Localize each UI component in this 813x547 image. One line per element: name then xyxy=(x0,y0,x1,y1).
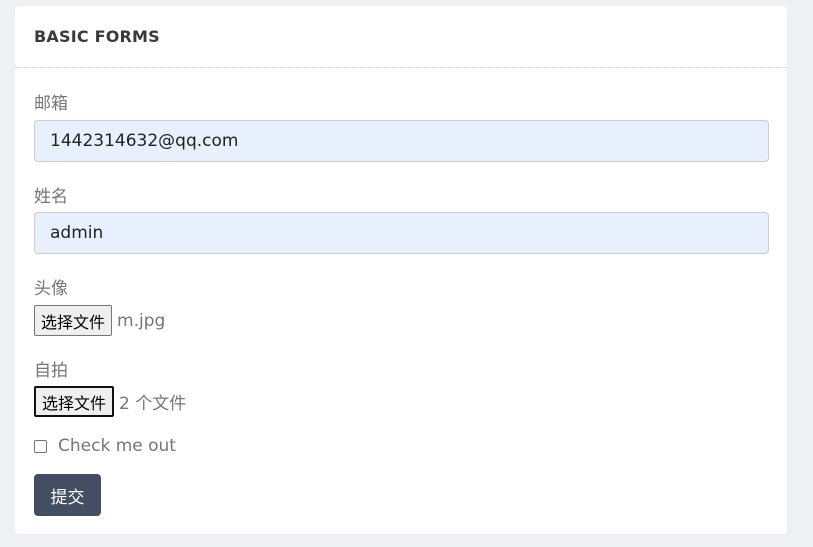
email-label: 邮箱 xyxy=(34,94,68,114)
check-me-out-checkbox[interactable] xyxy=(34,439,47,453)
basic-forms-card: BASIC FORMS 邮箱 姓名 头像 选择文件 m.jpg 自拍 选择文件 … xyxy=(15,6,787,534)
selfie-file-input: 选择文件 2 个文件 xyxy=(34,386,186,417)
selfie-file-count: 2 个文件 xyxy=(119,394,187,414)
name-input[interactable] xyxy=(34,212,769,254)
avatar-file-name: m.jpg xyxy=(117,310,166,331)
name-label: 姓名 xyxy=(34,187,68,207)
check-me-out-label[interactable]: Check me out xyxy=(58,436,176,456)
email-input[interactable] xyxy=(34,120,769,162)
card-header: BASIC FORMS xyxy=(15,6,787,68)
submit-button[interactable]: 提交 xyxy=(34,474,101,516)
avatar-choose-file-button[interactable]: 选择文件 xyxy=(34,305,113,336)
selfie-label: 自拍 xyxy=(34,361,68,381)
card-title: BASIC FORMS xyxy=(34,27,160,46)
avatar-label: 头像 xyxy=(34,279,68,299)
selfie-choose-file-button[interactable]: 选择文件 xyxy=(34,386,115,417)
avatar-file-input: 选择文件 m.jpg xyxy=(34,305,165,336)
check-me-out-row: Check me out xyxy=(34,436,176,456)
